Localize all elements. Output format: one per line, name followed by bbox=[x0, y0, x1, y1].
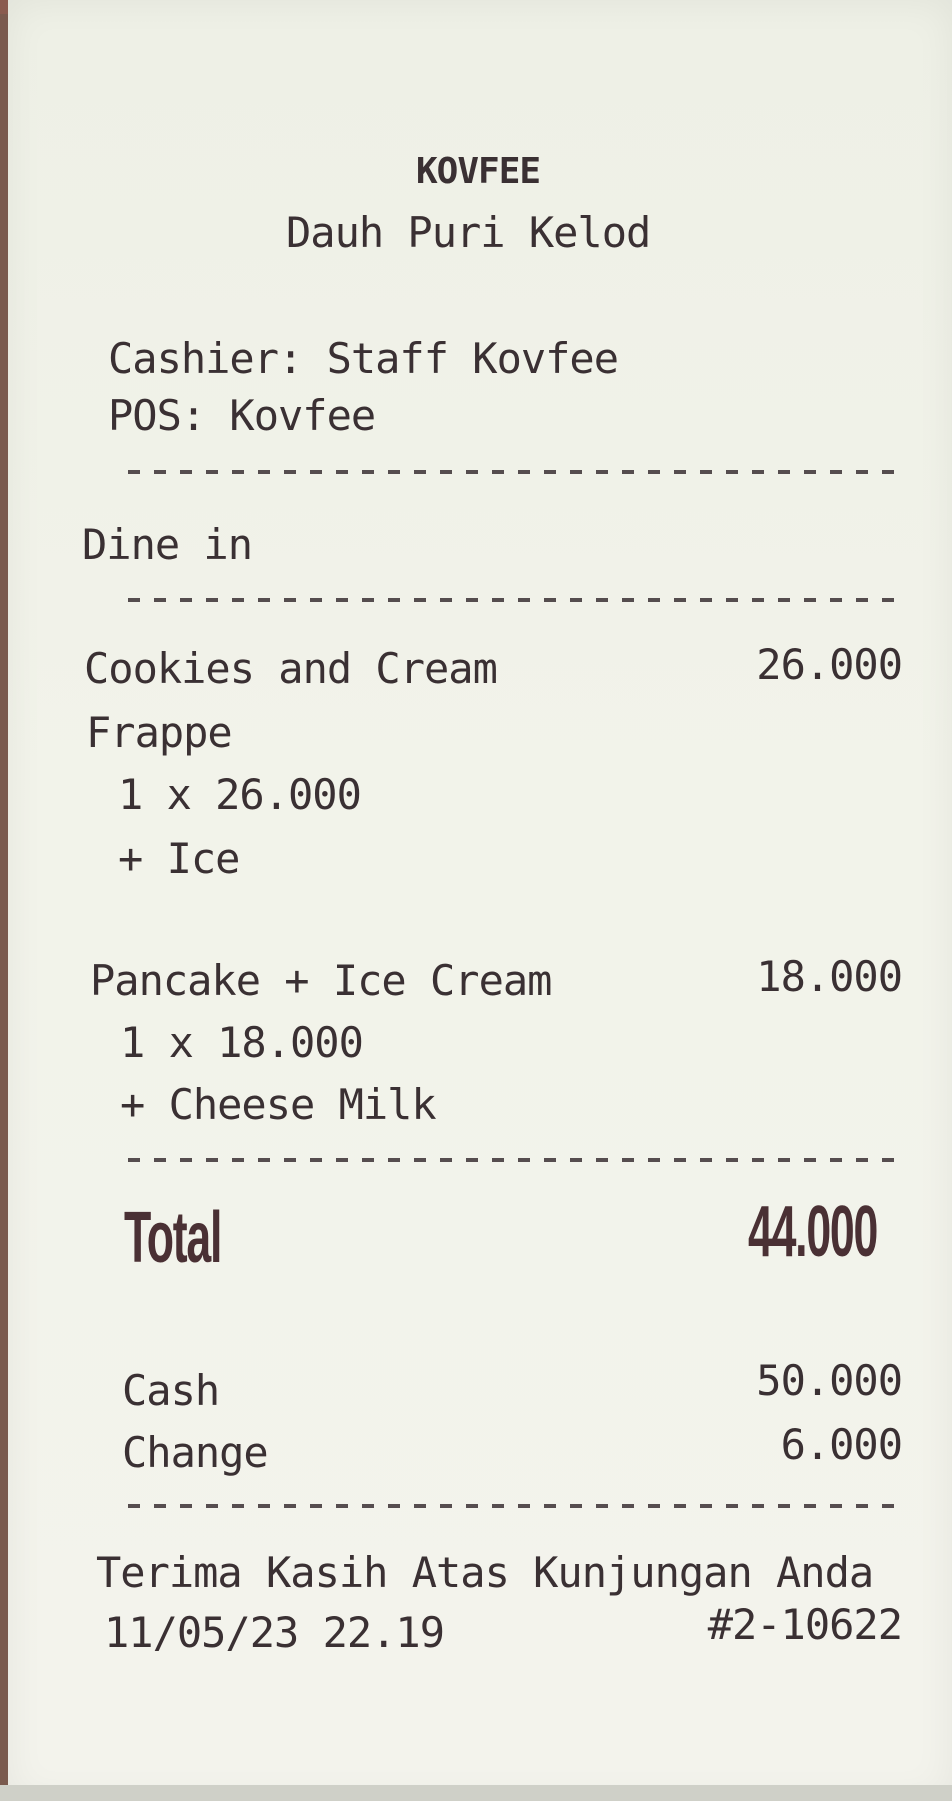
store-location: Dauh Puri Kelod bbox=[286, 208, 651, 257]
item-2-qty: 1 x 18.000 bbox=[120, 1018, 364, 1067]
item-1-name-line1: Cookies and Cream bbox=[84, 644, 498, 693]
divider-4 bbox=[128, 1504, 904, 1508]
divider-3 bbox=[128, 1158, 904, 1162]
receipt-datetime: 11/05/23 22.19 bbox=[104, 1608, 445, 1657]
divider-1 bbox=[128, 470, 904, 474]
change-label: Change bbox=[122, 1428, 269, 1477]
item-1-price: 26.000 bbox=[756, 640, 903, 689]
item-1-modifier: + Ice bbox=[118, 834, 240, 883]
divider-2 bbox=[128, 598, 904, 602]
cash-value: 50.000 bbox=[756, 1356, 903, 1405]
receipt-number: #2-10622 bbox=[707, 1600, 903, 1649]
cash-label: Cash bbox=[122, 1366, 220, 1415]
cashier-line: Cashier: Staff Kovfee bbox=[108, 334, 619, 383]
item-2-modifier: + Cheese Milk bbox=[120, 1080, 437, 1129]
pos-line: POS: Kovfee bbox=[108, 391, 376, 440]
total-label: Total bbox=[124, 1198, 222, 1278]
store-name: KOVFEE bbox=[416, 151, 541, 192]
total-value: 44.000 bbox=[748, 1192, 878, 1272]
item-2-name: Pancake + Ice Cream bbox=[90, 956, 552, 1005]
thank-you-message: Terima Kasih Atas Kunjungan Anda bbox=[96, 1548, 874, 1597]
item-2-price: 18.000 bbox=[756, 952, 903, 1001]
receipt-paper: KOVFEE Dauh Puri Kelod Cashier: Staff Ko… bbox=[8, 0, 952, 1801]
item-1-qty: 1 x 26.000 bbox=[118, 770, 362, 819]
order-type: Dine in bbox=[82, 520, 253, 569]
item-1-name-line2: Frappe bbox=[86, 708, 233, 757]
background-edge-bottom bbox=[0, 1785, 952, 1801]
change-value: 6.000 bbox=[780, 1420, 903, 1469]
